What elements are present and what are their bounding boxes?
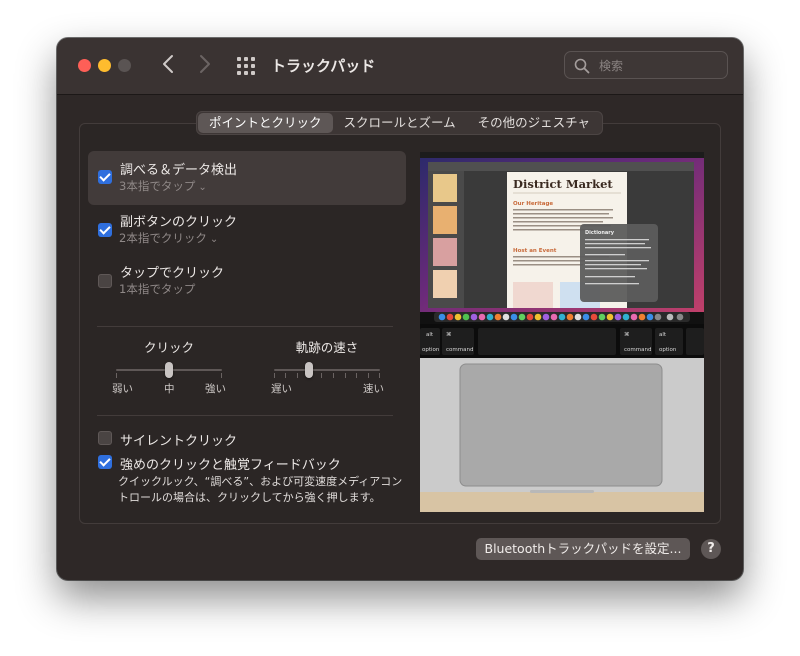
search-icon: [574, 58, 590, 74]
slider-mid-label: 中: [164, 383, 175, 395]
key-option-label: option: [659, 347, 677, 353]
tab-scroll-and-zoom[interactable]: スクロールとズーム: [333, 113, 467, 133]
forward-button[interactable]: [194, 54, 216, 78]
preview-doc-title: District Market: [513, 177, 613, 191]
slider-max-label: 速い: [363, 383, 384, 395]
key-alt-label: alt: [659, 332, 667, 338]
minimize-button[interactable]: [98, 59, 111, 72]
click-slider-thumb[interactable]: [165, 362, 173, 378]
slider-tick: [379, 373, 380, 378]
show-all-button[interactable]: [237, 57, 257, 75]
key-command-label: command: [446, 347, 473, 353]
slider-tick: [333, 373, 334, 378]
slider-tick: [285, 373, 286, 378]
force-click-checkbox[interactable]: [98, 455, 112, 469]
tab-point-and-click[interactable]: ポイントとクリック: [198, 113, 333, 133]
key-command-label: command: [624, 347, 651, 353]
silent-click-label: サイレントクリック: [120, 434, 238, 449]
gesture-preview: District Market Our Heritage Host an Eve…: [420, 152, 704, 512]
chevron-right-icon: [200, 55, 210, 73]
look-up-checkbox[interactable]: [98, 170, 112, 184]
preview-popup-title: Dictionary: [585, 230, 615, 236]
feature-subtitle: 3本指でタップ: [119, 179, 196, 193]
chevron-down-icon: ⌄: [209, 234, 219, 245]
feature-tap-to-click[interactable]: タップでクリック 1本指でタップ: [88, 256, 406, 310]
feature-look-up[interactable]: 調べる＆データ検出 3本指でタップ ⌄: [88, 151, 406, 205]
search-input[interactable]: [597, 56, 721, 76]
feature-gesture-menu[interactable]: 3本指でタップ ⌄: [119, 178, 207, 194]
tap-to-click-checkbox[interactable]: [98, 274, 112, 288]
key-command-symbol: ⌘: [624, 331, 630, 338]
search-field[interactable]: [564, 51, 728, 79]
preview-heading: Our Heritage: [513, 201, 553, 207]
slider-tick: [221, 373, 222, 378]
slider-tick: [368, 373, 369, 378]
divider: [97, 415, 393, 416]
preview-illustration: District Market Our Heritage Host an Eve…: [420, 152, 704, 512]
help-button[interactable]: ?: [701, 539, 721, 559]
feature-title: 副ボタンのクリック: [120, 215, 238, 230]
force-click-description: クイックルック、“調べる”、および可変速度メディアコントロールの場合は、クリック…: [118, 475, 403, 504]
feature-title: 調べる＆データ検出: [120, 163, 238, 178]
chevron-left-icon: [163, 55, 173, 73]
slider-min-label: 遅い: [271, 383, 292, 395]
tab-more-gestures[interactable]: その他のジェスチャ: [467, 113, 601, 133]
window-title: トラックパッド: [271, 57, 376, 75]
zoom-button[interactable]: [118, 59, 131, 72]
slider-tick: [356, 373, 357, 378]
title-bar: トラックパッド: [57, 38, 743, 95]
chevron-down-icon: ⌄: [198, 182, 207, 193]
setup-bluetooth-trackpad-button[interactable]: Bluetoothトラックパッドを設定...: [476, 538, 690, 560]
slider-min-label: 弱い: [112, 383, 133, 395]
tracking-speed-label: 軌跡の速さ: [295, 340, 359, 355]
key-alt-label: alt: [426, 332, 434, 338]
slider-tick: [274, 373, 275, 378]
silent-click-checkbox[interactable]: [98, 431, 112, 445]
tracking-slider-thumb[interactable]: [304, 362, 313, 378]
feature-secondary-click[interactable]: 副ボタンのクリック 2本指でクリック ⌄: [88, 205, 406, 259]
feature-subtitle: 2本指でクリック: [119, 231, 207, 245]
slider-tick: [321, 373, 322, 378]
divider: [97, 326, 393, 327]
back-button[interactable]: [157, 54, 179, 78]
close-button[interactable]: [78, 59, 91, 72]
tracking-slider-track[interactable]: [274, 369, 380, 371]
feature-title: タップでクリック: [120, 266, 225, 281]
key-option-label: option: [422, 347, 440, 353]
slider-tick: [345, 373, 346, 378]
slider-max-label: 強い: [205, 383, 226, 395]
tab-bar: ポイントとクリック スクロールとズーム その他のジェスチャ: [196, 111, 604, 135]
force-click-label: 強めのクリックと触覚フィードバック: [120, 458, 341, 473]
slider-tick: [297, 373, 298, 378]
slider-tick: [116, 373, 117, 378]
key-command-symbol: ⌘: [446, 331, 452, 338]
secondary-click-checkbox[interactable]: [98, 223, 112, 237]
preview-heading: Host an Event: [513, 248, 557, 254]
feature-gesture-menu[interactable]: 2本指でクリック ⌄: [119, 230, 218, 246]
click-slider-label: クリック: [143, 340, 194, 355]
feature-subtitle: 1本指でタップ: [119, 282, 196, 296]
